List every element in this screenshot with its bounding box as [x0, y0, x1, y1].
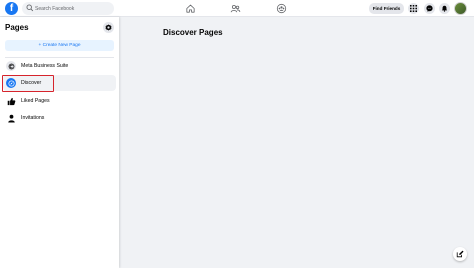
sidebar-item-label: Liked Pages [21, 98, 50, 104]
sidebar-item-label: Discover [21, 80, 42, 86]
bell-icon [441, 5, 448, 12]
friends-icon[interactable] [230, 3, 241, 14]
notifications-button[interactable] [439, 3, 450, 14]
thumbs-up-icon [6, 96, 16, 106]
groups-icon[interactable] [276, 3, 287, 14]
compose-icon [456, 250, 464, 258]
new-message-button[interactable] [453, 247, 467, 261]
sidebar-item-invitations[interactable]: Invitations [3, 110, 116, 126]
person-icon [6, 113, 16, 123]
sidebar-item-liked-pages[interactable]: Liked Pages [3, 93, 116, 109]
compass-icon [6, 78, 16, 88]
meta-business-icon [6, 61, 16, 71]
sidebar-title: Pages [5, 23, 29, 32]
sidebar-item-label: Invitations [21, 115, 45, 121]
home-icon[interactable] [185, 3, 196, 14]
search-input[interactable] [35, 3, 111, 14]
messenger-button[interactable] [424, 3, 435, 14]
top-navigation-bar: f Find Friends [0, 0, 474, 17]
pages-sidebar: Pages + Create New Page Meta Business Su… [0, 17, 119, 268]
page-title: Discover Pages [163, 28, 223, 37]
search-icon [26, 4, 34, 12]
menu-button[interactable] [408, 3, 419, 14]
facebook-logo[interactable]: f [5, 2, 18, 15]
sidebar-item-discover[interactable]: Discover [3, 75, 116, 91]
profile-avatar[interactable] [454, 2, 467, 15]
search-box[interactable] [22, 2, 114, 15]
menu-grid-icon [410, 5, 417, 12]
messenger-icon [426, 5, 433, 12]
sidebar-item-label: Meta Business Suite [21, 63, 69, 69]
find-friends-button[interactable]: Find Friends [369, 3, 404, 14]
sidebar-item-meta-business-suite[interactable]: Meta Business Suite [3, 58, 116, 74]
settings-button[interactable] [103, 22, 114, 33]
create-new-page-button[interactable]: + Create New Page [5, 40, 114, 51]
gear-icon [105, 24, 112, 31]
